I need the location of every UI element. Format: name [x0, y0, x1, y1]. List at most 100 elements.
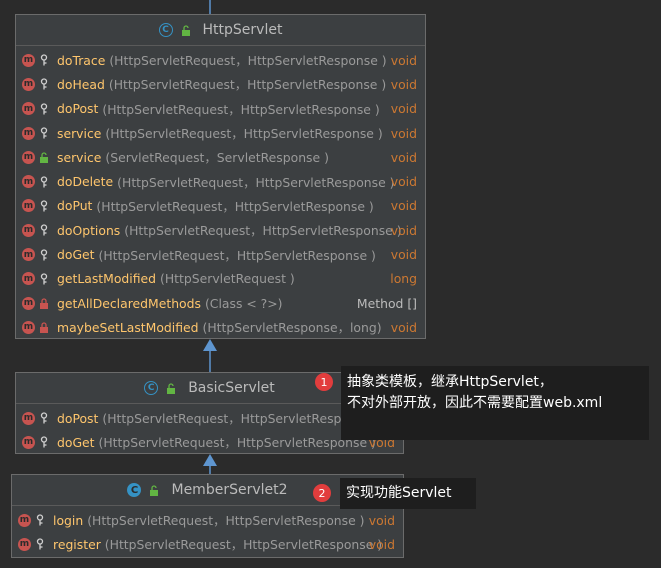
method-icon: m	[22, 77, 35, 91]
class-icon: C	[127, 483, 142, 497]
method-name: getAllDeclaredMethods	[57, 295, 201, 311]
method-row[interactable]: m getLastModified (HttpServletRequest ) lon…	[16, 267, 425, 291]
method-name: maybeSetLastModified	[57, 319, 199, 335]
method-row[interactable]: m doDelete (HttpServletRequest，HttpServlet…	[16, 169, 425, 193]
method-icon: m	[22, 150, 35, 164]
method-return-type: void	[368, 512, 395, 528]
method-icon: m	[22, 296, 35, 310]
method-row[interactable]: m doHead (HttpServletRequest，HttpServletRe…	[16, 72, 425, 96]
httpservlet-header: C HttpServlet	[16, 15, 425, 46]
method-params: (HttpServletRequest，HttpServletResponse …	[124, 223, 402, 239]
method-return-type: void	[390, 198, 417, 214]
method-name: doDelete	[57, 174, 114, 190]
method-params: (HttpServletRequest，HttpServletResponse …	[104, 537, 383, 553]
method-name: service	[57, 149, 102, 165]
method-icon: m	[22, 435, 35, 449]
method-return-type: Method []	[356, 295, 417, 311]
method-row[interactable]: m doPost (HttpServletRequest，HttpServletRe…	[16, 97, 425, 121]
lock-icon	[37, 297, 51, 310]
method-icon: m	[22, 175, 35, 189]
callout-2-line-1: 实现功能Servlet	[346, 485, 452, 501]
method-params: (HttpServletRequest，HttpServletResponse …	[102, 411, 380, 427]
method-icon: m	[22, 199, 35, 213]
key-icon	[37, 127, 51, 140]
method-name: register	[53, 536, 101, 552]
method-params: (HttpServletRequest，HttpServletResponse …	[117, 174, 395, 190]
method-params: (HttpServletRequest )	[160, 271, 295, 287]
method-return-type: long	[390, 271, 417, 287]
method-return-type: void	[390, 174, 417, 190]
method-params: (HttpServletRequest，HttpServletResponse …	[108, 77, 387, 93]
class-title: BasicServlet	[188, 380, 275, 396]
method-icon: m	[22, 411, 35, 425]
method-name: login	[53, 512, 84, 528]
lock-icon	[37, 321, 51, 334]
key-icon	[37, 175, 51, 188]
key-icon	[33, 538, 47, 551]
unlock-icon	[147, 484, 161, 497]
method-row[interactable]: m service (HttpServletRequest，HttpServletR…	[16, 121, 425, 145]
method-name: doOptions	[57, 222, 121, 238]
method-return-type: void	[390, 247, 417, 263]
callout-number-1: 1	[315, 373, 333, 391]
method-name: service	[57, 125, 102, 141]
unlock-icon	[179, 24, 193, 37]
class-title: MemberServlet2	[171, 482, 288, 498]
callout-1-line-2: 不对外部开放，因此不需要配置web.xml	[347, 395, 603, 411]
method-name: doHead	[57, 76, 105, 92]
key-icon	[37, 54, 51, 67]
method-name: doPut	[57, 198, 93, 214]
abstract-class-icon: C	[144, 381, 159, 395]
method-params: (HttpServletRequest，HttpServletResponse …	[96, 198, 374, 214]
method-params: (HttpServletRequest，HttpServletResponse …	[98, 435, 376, 451]
method-row[interactable]: m maybeSetLastModified (HttpServletRespons…	[16, 315, 425, 339]
callout-number-2: 2	[313, 484, 331, 502]
method-row[interactable]: m login (HttpServletRequest，HttpServletRes…	[12, 508, 403, 532]
method-row[interactable]: m doTrace (HttpServletRequest，HttpServletR…	[16, 48, 425, 72]
httpservlet-class-box[interactable]: C HttpServlet m doTrace (HttpServletReques…	[15, 14, 426, 339]
method-params: (HttpServletRequest，HttpServletResponse …	[105, 126, 383, 142]
method-return-type: void	[390, 101, 417, 117]
method-icon: m	[18, 537, 31, 551]
method-icon: m	[22, 126, 35, 140]
method-row[interactable]: m register (HttpServletRequest，HttpServlet…	[12, 532, 403, 556]
unlock-icon	[37, 151, 51, 164]
method-name: getLastModified	[57, 271, 157, 287]
method-return-type: void	[368, 536, 395, 552]
method-name: doPost	[57, 410, 99, 426]
method-return-type: void	[390, 76, 417, 92]
key-icon	[37, 272, 51, 285]
method-row[interactable]: m doPut (HttpServletRequest，HttpServletRes…	[16, 194, 425, 218]
method-row[interactable]: m doGet (HttpServletRequest，HttpServletRes…	[16, 242, 425, 266]
method-return-type: void	[390, 222, 417, 238]
method-icon: m	[22, 320, 35, 334]
method-row[interactable]: m service (ServletRequest，ServletResponse …	[16, 145, 425, 169]
method-icon: m	[22, 248, 35, 262]
method-return-type: void	[390, 149, 417, 165]
method-row[interactable]: m doOptions (HttpServletRequest，HttpServle…	[16, 218, 425, 242]
method-row[interactable]: m getAllDeclaredMethods (Class < ?>) Method…	[16, 291, 425, 315]
method-name: doGet	[57, 247, 95, 263]
callout-2: 实现功能Servlet	[340, 478, 476, 509]
key-icon	[37, 199, 51, 212]
abstract-class-icon: C	[158, 23, 173, 37]
key-icon	[33, 514, 47, 527]
method-name: doGet	[57, 434, 95, 450]
method-icon: m	[22, 102, 35, 116]
method-params: (HttpServletResponse，long)	[202, 320, 382, 336]
key-icon	[37, 412, 51, 425]
method-name: doPost	[57, 101, 99, 117]
method-params: (HttpServletRequest，HttpServletResponse …	[109, 53, 387, 69]
method-return-type: void	[390, 319, 417, 335]
method-icon: m	[22, 223, 35, 237]
method-return-type: void	[390, 52, 417, 68]
method-params: (HttpServletRequest，HttpServletResponse …	[98, 247, 376, 263]
method-icon: m	[18, 513, 31, 527]
method-list: m doTrace (HttpServletRequest，HttpServletR…	[16, 46, 425, 342]
method-list: m login (HttpServletRequest，HttpServletRes…	[12, 506, 403, 559]
key-icon	[37, 248, 51, 261]
unlock-icon	[164, 382, 178, 395]
method-params: (ServletRequest，ServletResponse )	[105, 150, 329, 166]
method-params: (HttpServletRequest，HttpServletResponse …	[102, 101, 380, 117]
class-title: HttpServlet	[202, 22, 283, 38]
